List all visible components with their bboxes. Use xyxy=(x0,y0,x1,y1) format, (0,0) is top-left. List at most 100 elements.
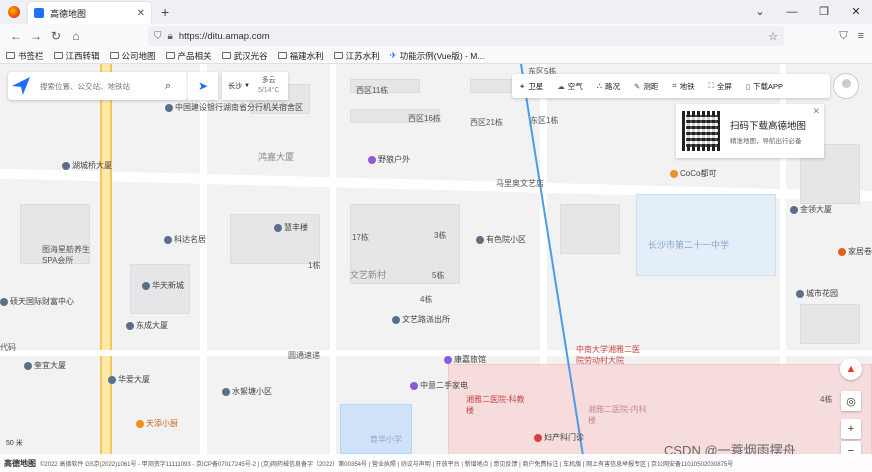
pocket-icon[interactable]: ⛉ xyxy=(839,30,847,43)
map-building xyxy=(800,304,860,344)
map-poi[interactable]: 慧丰楼 xyxy=(274,222,308,233)
locate-button[interactable]: ◎ xyxy=(841,391,861,411)
map-poi[interactable]: 金领大厦 xyxy=(790,204,832,215)
reload-icon[interactable]: ↻ xyxy=(46,29,66,43)
plus-icon: + xyxy=(847,423,855,435)
building-icon xyxy=(142,281,150,290)
tab-title: 高德地图 xyxy=(50,8,87,19)
building-icon xyxy=(274,223,282,232)
list-tabs-icon[interactable]: ⌄ xyxy=(744,0,776,24)
map-building xyxy=(560,204,620,254)
lock-icon[interactable]: 🔒︎ xyxy=(168,31,173,42)
bookmark-item[interactable]: 江西转辑 xyxy=(53,50,100,62)
compass-control[interactable]: ▲ xyxy=(840,358,862,380)
map-poi[interactable]: 中意二手家电 xyxy=(410,380,468,391)
bookmark-item[interactable]: 江苏水利 xyxy=(333,50,380,62)
police-icon xyxy=(392,315,400,324)
map-poi[interactable]: 文艺路派出所 xyxy=(392,314,450,325)
map-poi[interactable]: 水絮塘小区 xyxy=(222,386,272,397)
air-button[interactable]: ☁ 空气 xyxy=(550,81,590,92)
shield-icon[interactable]: ⛉ xyxy=(154,31,162,42)
fullscreen-icon: ⛶ xyxy=(708,81,714,90)
map-poi[interactable]: 康嘉旅馆 xyxy=(444,354,486,365)
url-text: https://ditu.amap.com xyxy=(178,30,270,42)
new-tab-icon[interactable]: + xyxy=(161,4,169,20)
directions-button[interactable]: ➤ xyxy=(188,72,218,100)
map-poi[interactable]: 华天新城 xyxy=(142,280,184,291)
qr-download-popup: 扫码下载高德地图 精准地图，导航出行必备 ✕ xyxy=(676,104,824,158)
measure-button[interactable]: ✎ 测距 xyxy=(627,81,665,92)
back-icon[interactable]: ← xyxy=(6,29,26,43)
close-window-icon[interactable]: ✕ xyxy=(840,0,872,24)
map-label: 鸿嘉大厦 xyxy=(258,152,295,162)
firefox-icon[interactable] xyxy=(8,6,20,18)
satellite-button[interactable]: ✦ 卫星 xyxy=(512,81,550,92)
vue-icon: ✈ xyxy=(389,50,397,60)
map-poi[interactable]: 华爱大厦 xyxy=(108,374,150,385)
map-label: 17栋 xyxy=(352,233,369,242)
bookmark-item[interactable]: 书签栏 xyxy=(6,50,44,62)
map-scale: 50 米 xyxy=(6,440,23,447)
bookmark-item[interactable]: 产品相关 xyxy=(165,50,212,62)
map-label: 圆通速递 xyxy=(288,351,320,360)
building-icon xyxy=(62,161,70,170)
bookmark-star-icon[interactable]: ☆ xyxy=(768,30,778,43)
map-poi[interactable]: 奎宜大厦 xyxy=(24,360,66,371)
building-icon xyxy=(24,361,32,370)
traffic-button[interactable]: ⛬ 路况 xyxy=(590,81,627,92)
search-input[interactable] xyxy=(40,81,165,91)
map-poi[interactable]: 中国建设银行湖南省分行机关宿舍区 xyxy=(165,102,303,113)
maximize-icon[interactable]: ❐ xyxy=(808,0,840,24)
map-poi[interactable]: 有色院小区 xyxy=(476,234,526,245)
map-poi[interactable]: 科达名居 xyxy=(164,234,206,245)
close-icon[interactable]: ✕ xyxy=(812,106,820,117)
bookmark-item[interactable]: 公司地图 xyxy=(109,50,156,62)
map-poi[interactable]: 东成大厦 xyxy=(126,320,168,331)
bookmark-item[interactable]: 武汉光谷 xyxy=(221,50,268,62)
browser-tab[interactable]: 高德地图 ✕ xyxy=(28,2,151,24)
map-poi[interactable]: 家居卷 xyxy=(838,246,872,257)
map-label: 西区16栋 xyxy=(408,114,441,123)
map-poi[interactable]: 野狼户外 xyxy=(368,154,410,165)
zoom-in-button[interactable]: + xyxy=(841,419,861,439)
satellite-icon: ✦ xyxy=(519,81,526,91)
subway-button[interactable]: ⌗ 地铁 xyxy=(665,81,701,92)
map-road xyxy=(330,64,336,472)
user-avatar[interactable] xyxy=(833,73,859,99)
qr-code-icon xyxy=(682,111,722,151)
footer-brand: 高德地图 xyxy=(4,458,36,468)
minimize-icon[interactable]: — xyxy=(776,0,808,24)
search-icon[interactable]: ⌕ xyxy=(165,80,171,93)
map-poi[interactable]: CoCo都可 xyxy=(670,168,716,179)
residential-icon xyxy=(164,235,172,244)
map-canvas[interactable]: 中国建设银行湖南省分行机关宿舍区 西区11栋 西区16栋 西区21栋 东区5栋 … xyxy=(0,64,872,472)
cloud-icon: ☁ xyxy=(557,81,565,91)
folder-icon xyxy=(109,52,119,59)
map-poi[interactable]: 湖城桥大厦 xyxy=(62,160,112,171)
residential-icon xyxy=(222,387,230,396)
folder-icon xyxy=(277,52,287,59)
city-selector[interactable]: 长沙 ▼ 多云 5/14°C xyxy=(222,72,288,100)
home-icon[interactable]: ⌂ xyxy=(66,29,86,43)
bank-icon xyxy=(165,103,173,112)
map-poi[interactable]: 硕天国际财富中心 xyxy=(0,296,74,307)
fullscreen-button[interactable]: ⛶ 全屏 xyxy=(702,81,739,92)
map-label: 东区1栋 xyxy=(530,116,559,125)
shop-icon xyxy=(368,155,376,164)
url-bar[interactable]: ⛉ 🔒︎ https://ditu.amap.com ☆ xyxy=(148,26,784,46)
map-poi[interactable]: 天添小厨 xyxy=(136,418,178,429)
weather: 多云 5/14°C xyxy=(257,77,280,94)
map-label: 湘雅二医院-科教楼 xyxy=(466,395,525,415)
map-label: 4栋 xyxy=(820,395,833,404)
bookmark-item[interactable]: 福建水利 xyxy=(277,50,324,62)
close-tab-icon[interactable]: ✕ xyxy=(137,8,145,19)
map-poi[interactable]: 城市花园 xyxy=(796,288,838,299)
forward-icon[interactable]: → xyxy=(26,29,46,43)
download-app-button[interactable]: ▯ 下载APP xyxy=(739,81,790,92)
window-controls: ⌄ — ❐ ✕ xyxy=(744,0,872,24)
bookmark-item[interactable]: ✈ 功能示例(Vue版) - M... xyxy=(390,50,485,62)
map-road xyxy=(0,350,872,356)
menu-icon[interactable]: ≡ xyxy=(858,30,864,42)
chevron-down-icon: ▼ xyxy=(244,83,250,89)
map-poi[interactable]: 妇产科门诊 xyxy=(534,432,584,443)
